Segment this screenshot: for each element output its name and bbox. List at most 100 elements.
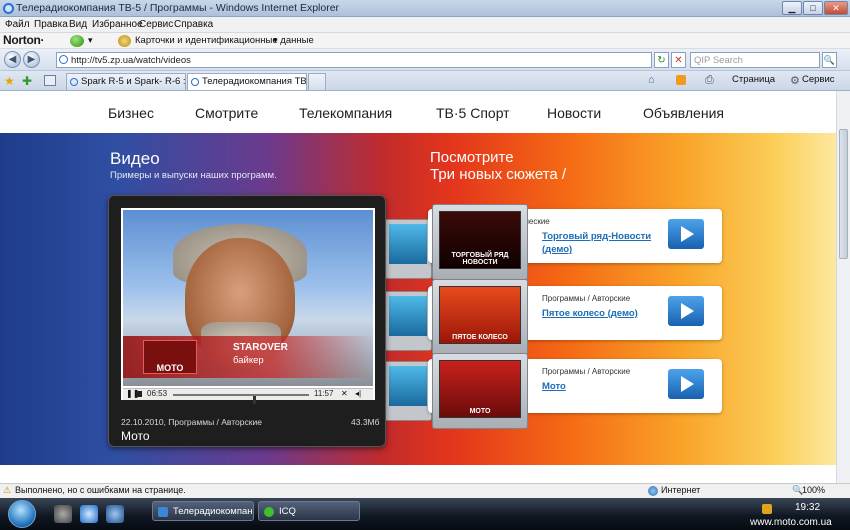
tools-gear-icon[interactable]: ⚙ xyxy=(790,74,800,87)
seek-bar[interactable] xyxy=(173,394,309,404)
status-text: Выполнено, но с ошибками на странице. xyxy=(15,485,186,495)
new-tab-button[interactable] xyxy=(308,73,326,90)
thumb-caption: ПЯТОЕ КОЛЕСО xyxy=(452,334,508,341)
desktop-quicklaunch-icon[interactable] xyxy=(106,505,124,523)
internet-zone-icon xyxy=(648,486,658,496)
norton-dropdown-icon[interactable]: ▾ xyxy=(88,35,93,46)
tools-menu-button[interactable]: Сервис xyxy=(802,74,835,85)
add-favorite-icon[interactable]: ✚ xyxy=(22,74,32,88)
clock[interactable]: 19:32 xyxy=(795,502,820,513)
time-total: 11:57 xyxy=(314,389,334,398)
play-button[interactable] xyxy=(668,296,704,326)
task-label: Телерадиокомпан... xyxy=(173,506,254,517)
stop-button[interactable]: ✕ xyxy=(671,52,686,68)
card-category: Программы / Авторские xyxy=(542,367,631,376)
tab-label: Spark R-5 и Spark- R-6 : MO... xyxy=(81,76,186,87)
play-button[interactable] xyxy=(668,369,704,399)
tab-spark[interactable]: Spark R-5 и Spark- R-6 : MO... xyxy=(66,73,186,90)
site-nav-watch[interactable]: Смотрите xyxy=(195,105,258,121)
video-thumbnail[interactable]: ТОРГОВЫЙ РЯД НОВОСТИ xyxy=(432,204,528,280)
search-input[interactable]: QIP Search xyxy=(694,55,743,66)
search-icon[interactable]: 🔍 xyxy=(822,52,837,68)
back-button[interactable]: ◀ xyxy=(4,51,21,68)
page-menu-button[interactable]: Страница xyxy=(732,74,775,85)
menu-bar: Файл Правка Вид Избранное Сервис Справка xyxy=(0,17,850,33)
tray-icon[interactable] xyxy=(762,504,772,514)
identity-card-icon[interactable] xyxy=(118,35,131,47)
card-category: Программы / Авторские xyxy=(542,294,631,303)
warning-icon[interactable]: ⚠ xyxy=(3,485,11,496)
navigation-bar: ◀ ▶ http://tv5.zp.ua/watch/videos ↻ ✕ QI… xyxy=(0,49,850,71)
time-current: 06:53 xyxy=(147,389,168,398)
address-input[interactable]: http://tv5.zp.ua/watch/videos xyxy=(71,55,191,66)
taskbar-ie-task[interactable]: Телерадиокомпан... xyxy=(152,501,254,521)
play-button[interactable] xyxy=(668,219,704,249)
stop-icon[interactable] xyxy=(136,391,142,397)
zoom-level[interactable]: 100% xyxy=(802,485,825,495)
ie-icon xyxy=(3,3,14,14)
menu-tools[interactable]: Сервис xyxy=(139,19,173,30)
card-link[interactable]: Мото xyxy=(542,380,662,393)
seek-handle[interactable] xyxy=(253,396,256,404)
quicklaunch-app-icon[interactable] xyxy=(54,505,72,523)
watermark: www.moto.com.ua xyxy=(750,517,832,528)
maximize-button[interactable]: □ xyxy=(803,1,823,15)
search-box[interactable]: QIP Search xyxy=(690,52,820,68)
tab-tv5[interactable]: Телерадиокомпания ТВ-... xyxy=(187,73,307,90)
menu-file[interactable]: Файл xyxy=(5,19,30,30)
thumb-caption: ТОРГОВЫЙ РЯД НОВОСТИ xyxy=(451,252,509,266)
menu-help[interactable]: Справка xyxy=(174,19,213,30)
ie-task-icon xyxy=(158,507,168,517)
play-icon xyxy=(681,303,694,319)
site-nav-company[interactable]: Телекомпания xyxy=(299,105,392,121)
menu-edit[interactable]: Правка xyxy=(34,19,68,30)
identity-dropdown-icon[interactable]: ▾ xyxy=(273,35,278,46)
refresh-button[interactable]: ↻ xyxy=(654,52,669,68)
vertical-scrollbar[interactable] xyxy=(836,91,850,483)
video-title: Мото xyxy=(121,429,150,443)
site-nav-sport[interactable]: ТВ·5 Спорт xyxy=(436,105,510,121)
section-subtitle: Примеры и выпуски наших программ. xyxy=(110,170,277,181)
caption-name: STAROVER xyxy=(233,342,288,353)
ie-quicklaunch-icon[interactable] xyxy=(80,505,98,523)
video-frame[interactable]: МОТО STAROVER байкер xyxy=(123,210,373,386)
menu-view[interactable]: Вид xyxy=(69,19,87,30)
play-icon xyxy=(681,226,694,242)
norton-check-icon[interactable] xyxy=(70,35,84,47)
video-player: МОТО STAROVER байкер ❚❚ 06:53 11:57 ✕ ◂|… xyxy=(108,195,386,447)
print-icon[interactable]: ⎙ xyxy=(705,74,714,87)
minimize-button[interactable]: ▁ xyxy=(782,1,802,15)
tv-decoration xyxy=(384,291,432,351)
card-link[interactable]: Пятое колесо (демо) xyxy=(542,307,662,320)
norton-toolbar: Norton· ▾ Карточки и идентификационные д… xyxy=(0,33,850,49)
site-nav-news[interactable]: Новости xyxy=(547,105,601,121)
home-icon[interactable]: ⌂ xyxy=(648,74,655,86)
quick-tabs-icon[interactable] xyxy=(44,75,56,86)
status-bar: ⚠ Выполнено, но с ошибками на странице. … xyxy=(0,483,850,498)
thumb-caption: МОТО xyxy=(469,408,491,415)
close-button[interactable]: ✕ xyxy=(824,1,848,15)
menu-favorites[interactable]: Избранное xyxy=(92,19,143,30)
scrollbar-thumb[interactable] xyxy=(839,129,848,259)
tv-decoration xyxy=(384,219,432,279)
security-zone: Интернет xyxy=(661,485,701,495)
video-thumbnail[interactable]: ПЯТОЕ КОЛЕСО xyxy=(432,279,528,355)
norton-identity-button[interactable]: Карточки и идентификационные данные xyxy=(135,35,314,46)
feeds-icon[interactable] xyxy=(676,75,686,85)
address-bar[interactable]: http://tv5.zp.ua/watch/videos xyxy=(56,52,652,68)
forward-button[interactable]: ▶ xyxy=(23,51,40,68)
window-titlebar[interactable]: Телерадиокомпания ТВ-5 / Программы - Win… xyxy=(0,0,850,17)
thumb-screen: ТОРГОВЫЙ РЯД НОВОСТИ xyxy=(439,211,521,269)
norton-logo[interactable]: Norton· xyxy=(3,33,45,47)
tab-label: Телерадиокомпания ТВ-... xyxy=(202,76,307,87)
favorites-star-icon[interactable]: ★ xyxy=(4,74,15,88)
taskbar-icq-task[interactable]: ICQ xyxy=(258,501,360,521)
card-link[interactable]: Торговый ряд-Новости (демо) xyxy=(542,230,662,256)
volume-icon[interactable]: ◂| xyxy=(355,389,361,398)
video-thumbnail[interactable]: МОТО xyxy=(432,353,528,429)
start-button[interactable] xyxy=(8,500,36,528)
site-nav-ads[interactable]: Объявления xyxy=(643,105,724,121)
site-nav-business[interactable]: Бизнес xyxy=(108,105,154,121)
promo-line1: Посмотрите xyxy=(430,149,514,166)
fullscreen-icon[interactable]: ✕ xyxy=(341,389,348,398)
